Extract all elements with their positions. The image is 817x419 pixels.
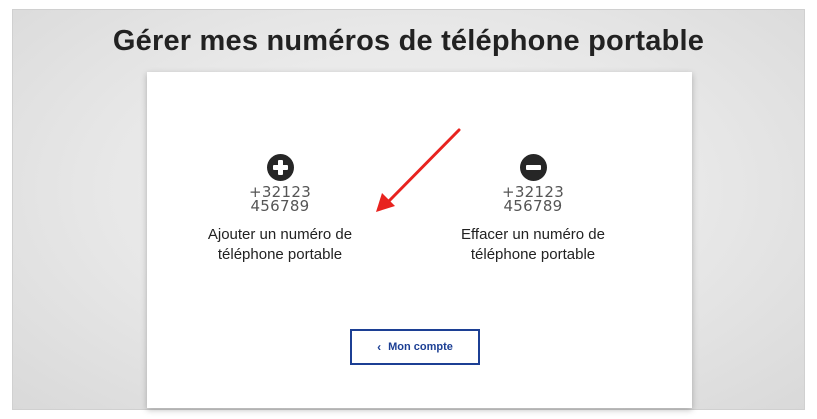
mon-compte-label: Mon compte — [388, 341, 453, 353]
remove-phone-option[interactable]: +32123 456789 Effacer un numéro de télép… — [428, 154, 638, 265]
mon-compte-button[interactable]: ‹ Mon compte — [350, 329, 480, 365]
plus-circle-icon[interactable] — [266, 154, 294, 181]
sample-phone-number: +32123 456789 — [248, 183, 312, 215]
add-phone-option[interactable]: +32123 456789 Ajouter un numéro de télép… — [175, 154, 385, 265]
slide-background: Gérer mes numéros de téléphone portable … — [12, 9, 805, 410]
page-title: Gérer mes numéros de téléphone portable — [112, 25, 705, 57]
chevron-left-icon: ‹ — [377, 340, 382, 354]
minus-circle-icon[interactable] — [519, 154, 547, 181]
remove-phone-label[interactable]: Effacer un numéro de téléphone portable — [428, 225, 638, 265]
phone-management-card: +32123 456789 Ajouter un numéro de télép… — [147, 72, 692, 408]
add-phone-label[interactable]: Ajouter un numéro de téléphone portable — [175, 225, 385, 265]
sample-phone-number: +32123 456789 — [501, 183, 565, 215]
